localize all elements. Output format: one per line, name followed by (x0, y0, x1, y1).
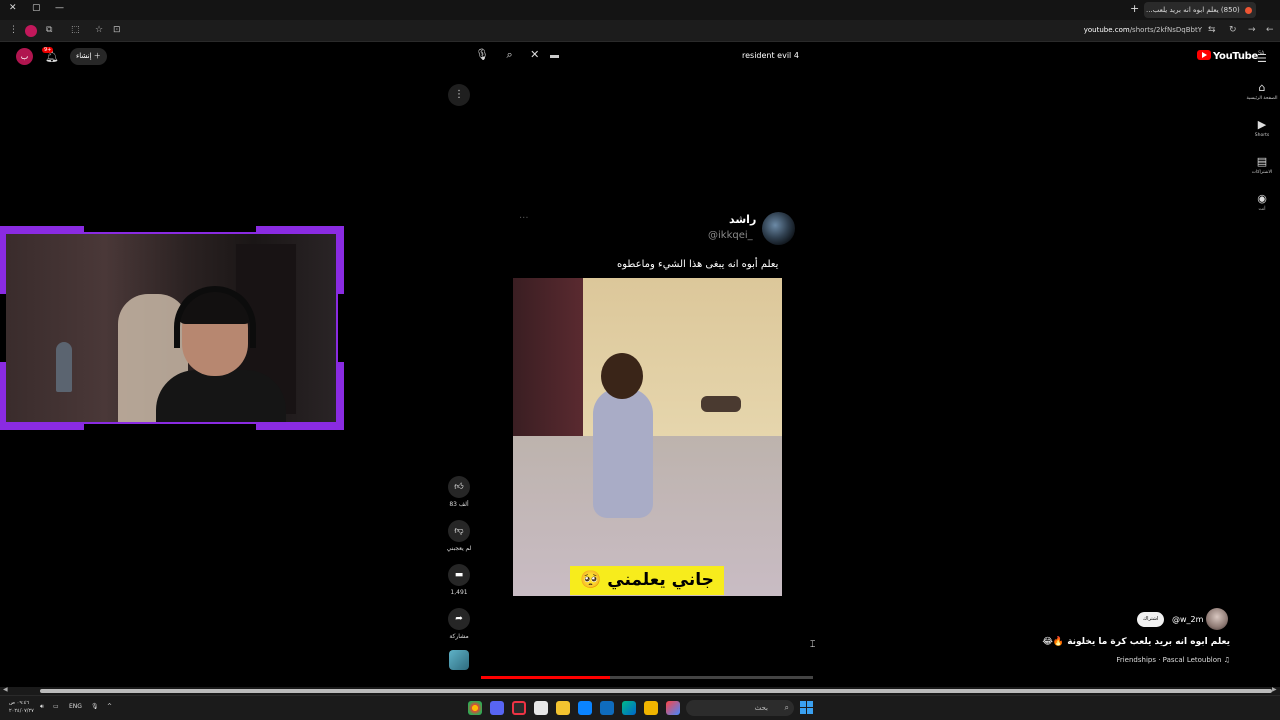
like-count: 83 ألف (449, 501, 469, 508)
notifications-bell-icon[interactable]: 🔔︎ 9+ (42, 47, 59, 63)
create-button[interactable]: إنشاء ＋ (70, 48, 107, 65)
mic-icon[interactable]: 🎙︎ (91, 703, 99, 710)
progress-fill (481, 676, 611, 679)
scroll-right-icon[interactable]: ▶ (1272, 686, 1277, 693)
thumbs-down-icon: 👎︎ (448, 520, 470, 542)
search-icon[interactable]: ⌕ (506, 48, 512, 62)
network-icon[interactable]: ▭ (53, 703, 59, 710)
you-icon: ◉ (1257, 192, 1267, 205)
volume-icon[interactable]: 🔊︎ (40, 703, 44, 711)
like-button[interactable]: 👍︎ 83 ألف (443, 476, 475, 508)
tweet-author-handle: @ikkqei_ (708, 230, 753, 241)
bookmark-star-icon[interactable]: ☆ (95, 25, 103, 35)
guide-item-shorts[interactable]: ▶ Shorts (1244, 115, 1280, 152)
account-avatar[interactable]: ب (16, 48, 33, 65)
child (593, 388, 653, 518)
sound-thumbnail[interactable] (449, 650, 469, 670)
window-close-icon[interactable]: ✕ (9, 3, 17, 13)
puzzle-icon[interactable]: ⬚ (71, 25, 80, 35)
tweet-author-name: راشد (729, 213, 757, 226)
mouse-cursor-icon: ⌶ (810, 640, 816, 650)
webcam-overlay (0, 226, 344, 430)
tab-title: (850) يعلم ابوه انه بريد يلعب... (1146, 6, 1240, 14)
notes-app-icon[interactable] (556, 701, 570, 715)
menu-icon[interactable]: ⋮ (9, 25, 18, 35)
file-explorer-icon[interactable] (644, 701, 658, 715)
chrome-app-icon[interactable] (468, 701, 482, 715)
shorts-icon: ▶ (1257, 118, 1267, 131)
guide-item-home[interactable]: ⌂ الصفحة الرئيسية (1244, 78, 1280, 115)
video-caption: جاني يعلمني 🥺 (570, 566, 724, 595)
more-options-button[interactable]: ⋮ (448, 84, 470, 106)
youtube-favicon-icon (1245, 6, 1252, 14)
share-icon: ➦ (448, 608, 470, 630)
new-tab-button[interactable]: + (1130, 2, 1139, 15)
video-frame[interactable] (513, 278, 782, 596)
obs-app-icon[interactable] (512, 701, 526, 715)
youtube-play-icon (1197, 50, 1211, 60)
scrollbar-thumb[interactable] (40, 689, 1272, 693)
webcam-feed (6, 234, 336, 422)
taskbar: ٠٩:٤٦ ص ٢٠٢٤/٠٧/٢٧ 🔊︎ ▭ ENG 🎙︎ ^ بحث ⌕ (0, 695, 1280, 720)
video-progress-bar[interactable] (481, 676, 813, 679)
scroll-left-icon[interactable]: ◀ (3, 686, 8, 693)
horizontal-scrollbar[interactable]: ◀ ▶ (0, 686, 1280, 695)
guide-item-you[interactable]: ◉ أنت (1244, 189, 1280, 226)
site-settings-icon[interactable]: ⇆ (1208, 25, 1216, 35)
guide-item-subscriptions[interactable]: ▤ الاشتراكات (1244, 152, 1280, 189)
browser-profile-avatar[interactable] (25, 25, 37, 37)
short-title: يعلم ابوه انه بريد يلعب كرة ما يخلونة 🔥😂 (1042, 637, 1230, 647)
share-button[interactable]: ➦ مشاركة (443, 608, 475, 640)
app-icon[interactable] (534, 701, 548, 715)
channel-handle[interactable]: @w_2m (1172, 615, 1203, 624)
back-icon[interactable]: ← (1266, 25, 1274, 35)
thumbs-up-icon: 👍︎ (448, 476, 470, 498)
forward-icon[interactable]: → (1248, 25, 1256, 35)
guide-menu-icon[interactable]: ☰ (1257, 52, 1267, 65)
shoes (701, 396, 741, 412)
taskbar-search[interactable]: بحث ⌕ (686, 700, 794, 716)
address-bar: ⋮ ⧉ ⬚ ☆ ⊡ youtube.com/shorts/2kfNsDqBbtY… (0, 20, 1280, 42)
discord-app-icon[interactable] (490, 701, 504, 715)
reload-icon[interactable]: ↻ (1229, 25, 1237, 35)
channel-avatar[interactable] (1206, 608, 1228, 630)
music-note-icon: ♫ (1223, 656, 1230, 664)
store-app-icon[interactable] (578, 701, 592, 715)
guide-sidebar: ⌂ الصفحة الرئيسية ▶ Shorts ▤ الاشتراكات … (1244, 78, 1280, 226)
youtube-logo[interactable]: YouTubeSA (1197, 50, 1264, 62)
language-indicator[interactable]: ENG (69, 703, 82, 710)
browser-tab-bar: ✕ ▢ — + (850) يعلم ابوه انه بريد يلعب... (0, 0, 1280, 20)
notification-badge: 9+ (42, 47, 54, 53)
subscribe-button[interactable]: اشتراك (1137, 612, 1165, 627)
install-app-icon[interactable]: ⊡ (113, 25, 121, 35)
window-restore-icon[interactable]: ▢ (32, 3, 41, 13)
tweet-more-icon: ··· (519, 213, 529, 224)
copilot-app-icon[interactable] (666, 701, 680, 715)
music-link[interactable]: Friendships · Pascal Letoublon ♫ (1104, 656, 1230, 664)
url-field[interactable]: youtube.com/shorts/2kfNsDqBbtY (1084, 26, 1202, 34)
search-input[interactable]: resident evil 4 (742, 51, 799, 60)
edge-app-icon[interactable] (622, 701, 636, 715)
mail-app-icon[interactable] (600, 701, 614, 715)
tweet-text: يعلم أبوه انه يبغى هذا الشيء وماعطوه (617, 259, 779, 270)
extensions-icon[interactable]: ⧉ (46, 25, 52, 35)
tweet-avatar (762, 212, 795, 245)
home-icon: ⌂ (1258, 81, 1266, 94)
comment-icon: ▬ (448, 564, 470, 586)
clear-search-icon[interactable]: ✕ (530, 48, 539, 61)
window-minimize-icon[interactable]: — (55, 3, 64, 13)
voice-search-icon[interactable]: 🎙︎ (475, 48, 489, 61)
comments-button[interactable]: ▬ 1,491 (443, 564, 475, 596)
search-icon: ⌕ (784, 703, 789, 712)
tray-expand-icon[interactable]: ^ (107, 703, 112, 710)
windows-start-icon[interactable] (800, 701, 813, 714)
subscriptions-icon: ▤ (1256, 155, 1268, 168)
comment-count: 1,491 (450, 589, 468, 596)
keyboard-icon[interactable] (550, 55, 559, 58)
search-controls: 🎙︎ ⌕ ✕ (475, 48, 553, 62)
active-tab[interactable]: (850) يعلم ابوه انه بريد يلعب... (1144, 2, 1256, 18)
dislike-button[interactable]: 👎︎ لم يعجبني (443, 520, 475, 552)
system-clock[interactable]: ٠٩:٤٦ ص ٢٠٢٤/٠٧/٢٧ (9, 699, 34, 715)
